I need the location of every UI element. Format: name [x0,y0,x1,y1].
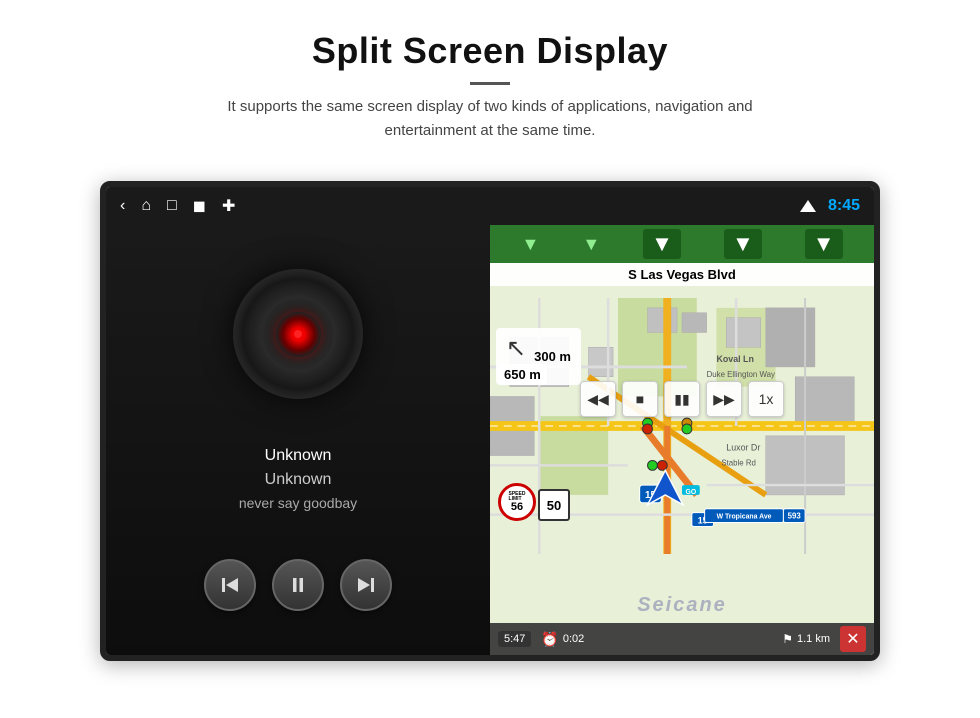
eta-time: 5:47 [498,631,531,647]
status-time: 8:45 [828,197,860,215]
nav-arrow-3: ▼ [643,229,681,259]
usb-icon[interactable]: ✚ [222,196,235,216]
nav-next-button[interactable]: ▶▶ [706,381,742,417]
device-screen: ‹ ⌂ □ ◼ ✚ 8:45 Unknown [100,181,880,661]
pause-button[interactable] [272,559,324,611]
track-title: Unknown [239,447,357,465]
album-dot [294,330,302,338]
nav-pause-button[interactable]: ▮▮ [664,381,700,417]
svg-text:593: 593 [788,512,802,521]
split-screen: Unknown Unknown never say goodbay [106,225,874,655]
speed-outer: SPEEDLIMIT 56 [498,483,536,521]
page-title: Split Screen Display [190,30,790,72]
track-artist: Unknown [239,471,357,489]
title-divider [470,82,510,85]
status-bar-right: 8:45 [800,197,860,215]
distance-icon: ⚑ [782,632,793,646]
status-bar-left: ‹ ⌂ □ ◼ ✚ [120,196,235,216]
image-icon[interactable]: ◼ [193,196,206,216]
back-icon[interactable]: ‹ [120,197,125,215]
status-bar: ‹ ⌂ □ ◼ ✚ 8:45 [106,187,874,225]
eta-distance: ⚑ 1.1 km [782,632,830,646]
nav-arrow-2: ▼ [582,234,600,255]
album-art [233,269,363,399]
triangle-icon [800,200,816,212]
music-player-panel: Unknown Unknown never say goodbay [106,225,490,655]
page-wrapper: Split Screen Display It supports the sam… [0,0,980,718]
nav-top-bar: ▼ ▼ ▼ ▼ ▼ [490,225,874,263]
svg-text:GO: GO [686,489,697,496]
distance-label: 650 m [498,364,547,385]
nav-prev-button[interactable]: ◀◀ [580,381,616,417]
nav-speed-button[interactable]: 1x [748,381,784,417]
svg-text:W Tropicana Ave: W Tropicana Ave [717,514,772,521]
svg-text:Stable Rd: Stable Rd [721,458,756,467]
next-button[interactable] [340,559,392,611]
nav-close-button[interactable]: ✕ [840,626,866,652]
prev-button[interactable] [204,559,256,611]
current-speed: 50 [538,489,570,521]
eta-duration: ⏰ 0:02 [541,631,584,648]
nav-arrow-1: ▼ [522,234,540,255]
nav-checkered-button[interactable]: ■ [622,381,658,417]
music-controls [204,559,392,611]
track-info: Unknown Unknown never say goodbay [239,447,357,511]
nav-overlay-controls: ◀◀ ■ ▮▮ ▶▶ 1x [580,381,784,417]
turn-distance: 300 m [534,349,571,364]
album-center [276,312,321,357]
track-name: never say goodbay [239,495,357,511]
speed-limit-sign: SPEEDLIMIT 56 [498,483,536,521]
nav-arrow-5: ▼ [805,229,843,259]
windows-icon[interactable]: □ [167,197,177,215]
nav-street-name: S Las Vegas Blvd [490,263,874,286]
svg-text:Koval Ln: Koval Ln [716,354,753,364]
title-section: Split Screen Display It supports the sam… [190,30,790,165]
nav-arrow-4: ▼ [724,229,762,259]
nav-status-bar: 5:47 ⏰ 0:02 ⚑ 1.1 km ✕ [490,623,874,655]
svg-text:Duke Ellington Way: Duke Ellington Way [707,370,775,379]
svg-text:Luxor Dr: Luxor Dr [726,443,760,453]
home-icon[interactable]: ⌂ [141,197,151,215]
clock-icon: ⏰ [541,631,558,648]
navigation-panel: ▼ ▼ ▼ ▼ ▼ S Las Vegas Blvd [490,225,874,655]
page-subtitle: It supports the same screen display of t… [190,95,790,143]
watermark: Seicane [490,594,874,617]
map-area: 15 15 W Tropicana Ave 593 Koval Ln Duke … [490,286,874,566]
